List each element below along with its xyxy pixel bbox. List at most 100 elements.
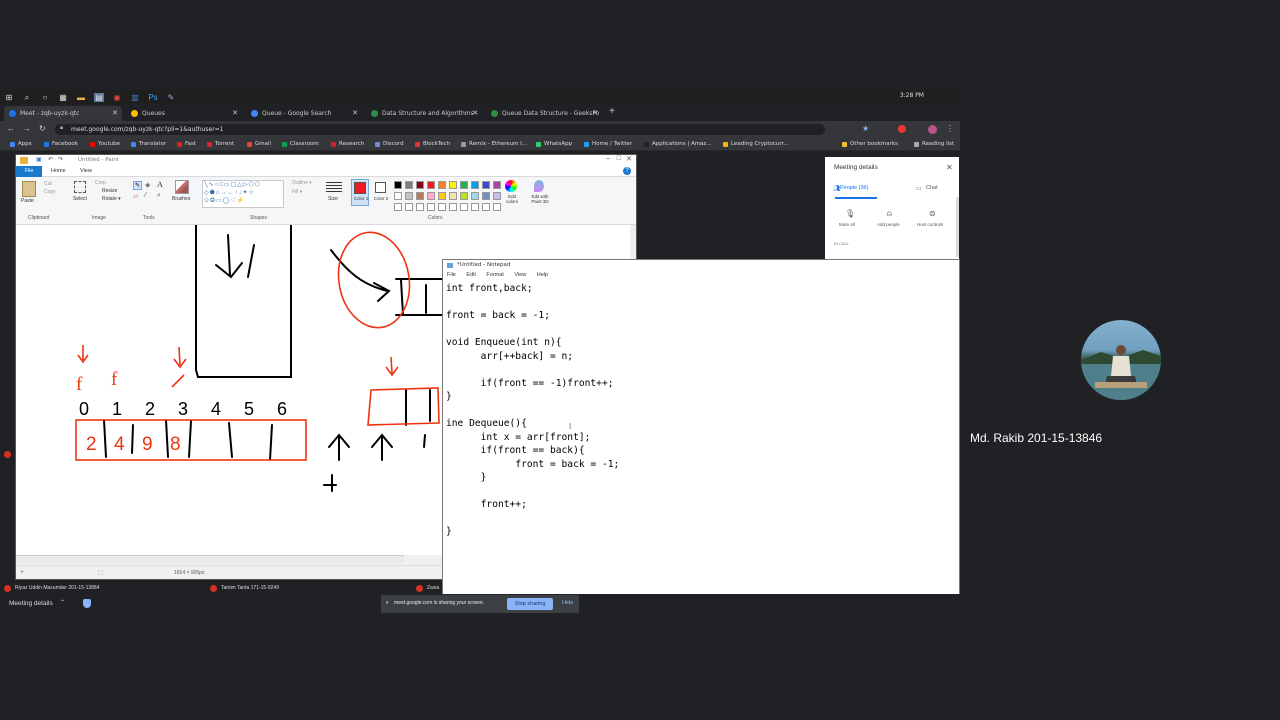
palette-swatch[interactable] bbox=[427, 181, 435, 189]
mute-all-button[interactable]: Mute all bbox=[839, 222, 855, 227]
palette-swatch[interactable] bbox=[449, 192, 457, 200]
word-icon[interactable]: ▥ bbox=[130, 93, 140, 102]
bookmark-apps[interactable]: Apps bbox=[10, 140, 32, 149]
custom-swatch[interactable] bbox=[482, 203, 490, 211]
paste-button[interactable]: Paste bbox=[21, 198, 34, 204]
edit-colors-button[interactable]: Edit colors bbox=[502, 194, 522, 204]
size-button[interactable]: Size bbox=[328, 196, 338, 202]
close-icon[interactable]: ✕ bbox=[592, 106, 598, 121]
tab-google-search[interactable]: Queue - Google Search ✕ bbox=[246, 106, 362, 121]
bookmark-remix[interactable]: Remix - Ethereum I... bbox=[461, 140, 527, 149]
rotate-button[interactable]: Rotate ▾ bbox=[102, 196, 121, 202]
help-icon[interactable]: ? bbox=[623, 167, 631, 175]
menu-file[interactable]: File bbox=[447, 272, 456, 278]
palette-swatch[interactable] bbox=[471, 192, 479, 200]
palette-swatch[interactable] bbox=[394, 192, 402, 200]
star-icon[interactable]: ★ bbox=[862, 124, 869, 133]
chrome-icon[interactable]: ◉ bbox=[112, 93, 122, 102]
chrome-menu-icon[interactable]: ⋮ bbox=[946, 124, 954, 133]
palette-swatch[interactable] bbox=[493, 181, 501, 189]
palette-swatch[interactable] bbox=[493, 192, 501, 200]
paint3d-button[interactable]: Edit with Paint 3D bbox=[527, 194, 553, 204]
close-icon[interactable]: ✕ bbox=[352, 106, 358, 121]
palette-swatch[interactable] bbox=[427, 192, 435, 200]
new-tab-icon[interactable]: + bbox=[609, 106, 615, 117]
meeting-details-link[interactable]: Meeting details bbox=[9, 600, 53, 607]
undo-icon[interactable]: ↶ bbox=[48, 156, 53, 163]
profile-avatar-icon[interactable] bbox=[928, 125, 937, 134]
notepad-taskbar-icon[interactable]: ▤ bbox=[94, 92, 104, 102]
select-button[interactable]: Select bbox=[73, 196, 87, 202]
notepad-text-area[interactable]: int front,back; front = back = -1; void … bbox=[443, 280, 959, 541]
palette-swatch[interactable] bbox=[405, 181, 413, 189]
bookmark-discord[interactable]: Discord bbox=[375, 140, 404, 149]
custom-swatch[interactable] bbox=[394, 203, 402, 211]
menu-view[interactable]: View bbox=[514, 272, 526, 278]
add-people-button[interactable]: Add people bbox=[877, 222, 900, 227]
maximize-icon[interactable]: □ bbox=[617, 155, 621, 162]
magnifier-icon[interactable]: ⌕ bbox=[157, 192, 161, 200]
tab-queues[interactable]: Queues ✕ bbox=[126, 106, 242, 121]
folder-icon[interactable]: ▬ bbox=[76, 93, 86, 102]
minimize-icon[interactable]: – bbox=[606, 155, 610, 162]
reload-icon[interactable]: ↻ bbox=[39, 124, 46, 133]
shapes-gallery[interactable]: ╲∿○□▭▢△▷⬠⬡ ◇⬟⌂→←↑↓✦☆ ✩✪▭◯♡⚡ bbox=[202, 180, 284, 208]
paint-taskbar-icon[interactable]: ✎ bbox=[166, 93, 176, 102]
fill-bucket-icon[interactable]: ◈ bbox=[145, 181, 150, 189]
cut-button[interactable]: Cut bbox=[44, 181, 52, 187]
bookmark-gmail[interactable]: Gmail bbox=[247, 140, 271, 149]
custom-swatch[interactable] bbox=[438, 203, 446, 211]
mute-all-icon[interactable]: 🎙︎ bbox=[845, 209, 855, 218]
custom-swatch[interactable] bbox=[405, 203, 413, 211]
bookmark-torrent[interactable]: Torrent bbox=[207, 140, 234, 149]
tab-chat[interactable]: Chat bbox=[926, 185, 938, 191]
palette-swatch[interactable] bbox=[449, 181, 457, 189]
bookmark-translator[interactable]: Translator bbox=[131, 140, 166, 149]
add-people-icon[interactable]: ⍝ bbox=[887, 209, 892, 219]
palette-swatch[interactable] bbox=[416, 192, 424, 200]
resize-button[interactable]: Resize bbox=[102, 188, 117, 194]
extension-icon[interactable] bbox=[898, 125, 906, 133]
brushes-button[interactable]: Brushes bbox=[172, 196, 190, 202]
menu-help[interactable]: Help bbox=[537, 272, 548, 278]
custom-swatch[interactable] bbox=[493, 203, 501, 211]
palette-swatch[interactable] bbox=[460, 192, 468, 200]
bookmark-research[interactable]: Research bbox=[331, 140, 364, 149]
palette-swatch[interactable] bbox=[405, 192, 413, 200]
close-icon[interactable]: ✕ bbox=[626, 155, 632, 163]
photoshop-icon[interactable]: Ps bbox=[148, 93, 158, 102]
color-picker-icon[interactable]: ⁄ bbox=[145, 192, 146, 199]
bookmark-classroom[interactable]: Classroom bbox=[282, 140, 319, 149]
text-tool-icon[interactable]: A bbox=[157, 180, 163, 189]
color2-swatch[interactable] bbox=[375, 182, 386, 193]
tab-dsa[interactable]: Data Structure and Algorithms - ✕ bbox=[366, 106, 482, 121]
bookmark-whatsapp[interactable]: WhatsApp bbox=[536, 140, 572, 149]
windows-start-icon[interactable]: ⊞ bbox=[4, 93, 14, 102]
eraser-icon[interactable]: ▱ bbox=[133, 192, 138, 200]
paste-icon[interactable] bbox=[22, 181, 36, 197]
bookmark-other[interactable]: Other bookmarks bbox=[842, 140, 898, 149]
bookmark-youtube[interactable]: Youtube bbox=[90, 140, 120, 149]
paint-view-tab[interactable]: View bbox=[80, 166, 92, 177]
bookmark-amazon[interactable]: Applications | Amaz... bbox=[644, 140, 712, 149]
palette-swatch[interactable] bbox=[438, 192, 446, 200]
shield-icon[interactable] bbox=[83, 599, 91, 608]
horizontal-scrollbar[interactable] bbox=[16, 555, 404, 563]
bookmark-facebook[interactable]: Facebook bbox=[44, 140, 78, 149]
tab-queue-gfg[interactable]: Queue Data Structure - GeeksFo ✕ bbox=[486, 106, 602, 121]
paint3d-icon[interactable] bbox=[534, 180, 544, 192]
host-controls-button[interactable]: Host controls bbox=[917, 222, 943, 227]
custom-swatch[interactable] bbox=[416, 203, 424, 211]
search-icon[interactable]: ⌕ bbox=[22, 93, 32, 102]
pencil-icon[interactable]: ✎ bbox=[133, 181, 142, 190]
paint-file-tab[interactable]: File bbox=[16, 166, 42, 177]
palette-swatch[interactable] bbox=[394, 181, 402, 189]
save-icon[interactable]: ▣ bbox=[36, 156, 42, 163]
menu-edit[interactable]: Edit bbox=[466, 272, 475, 278]
redo-icon[interactable]: ↷ bbox=[58, 156, 63, 163]
custom-swatch[interactable] bbox=[449, 203, 457, 211]
paint-home-tab[interactable]: Home bbox=[51, 166, 66, 177]
panel-scrollbar[interactable] bbox=[956, 197, 959, 257]
close-icon[interactable]: ✕ bbox=[472, 106, 478, 121]
back-icon[interactable]: ← bbox=[7, 124, 15, 133]
